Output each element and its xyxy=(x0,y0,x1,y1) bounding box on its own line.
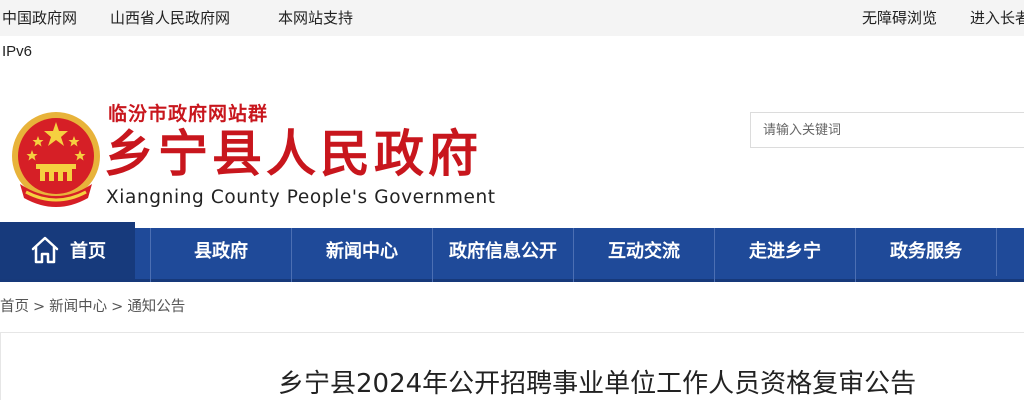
ipv6-badge: IPv6 xyxy=(2,43,33,60)
breadcrumb-separator: > xyxy=(111,299,124,315)
site-title: 乡宁县人民政府 xyxy=(104,124,482,183)
search-input[interactable] xyxy=(750,112,1024,148)
article-title: 乡宁县2024年公开招聘事业单位工作人员资格复审公告 xyxy=(278,369,917,399)
breadcrumb: 首页 > 新闻中心 > 通知公告 xyxy=(0,295,185,316)
nav-home-label: 首页 xyxy=(70,241,106,262)
breadcrumb-news[interactable]: 新闻中心 xyxy=(49,299,107,315)
shanxi-gov-link[interactable]: 山西省人民政府网 xyxy=(110,7,230,28)
national-emblem-icon xyxy=(12,112,100,207)
nav-item-interaction[interactable]: 互动交流 xyxy=(573,228,714,282)
site-group-label: 临汾市政府网站群 xyxy=(108,103,269,125)
elder-mode-link[interactable]: 进入长者 xyxy=(970,7,1024,28)
nav-item-services[interactable]: 政务服务 xyxy=(855,228,996,282)
nav-divider xyxy=(996,228,1024,276)
top-bar: 中国政府网 山西省人民政府网 本网站支持 无障碍浏览 进入长者 xyxy=(0,0,1024,36)
site-english-title: Xiangning County People's Government xyxy=(106,187,496,208)
accessible-browse-link[interactable]: 无障碍浏览 xyxy=(862,7,937,28)
home-icon xyxy=(31,236,59,264)
nav-item-county-gov[interactable]: 县政府 xyxy=(150,228,291,282)
china-gov-link[interactable]: 中国政府网 xyxy=(2,7,77,28)
main-nav: 首页 县政府 新闻中心 政府信息公开 互动交流 走进乡宁 政务服务 xyxy=(0,222,1024,282)
nav-home[interactable]: 首页 xyxy=(0,222,135,279)
nav-item-news[interactable]: 新闻中心 xyxy=(291,228,432,282)
nav-item-gov-info[interactable]: 政府信息公开 xyxy=(432,228,573,282)
breadcrumb-home[interactable]: 首页 xyxy=(0,299,29,315)
breadcrumb-separator: > xyxy=(33,299,46,315)
nav-item-about[interactable]: 走进乡宁 xyxy=(714,228,855,282)
breadcrumb-notices[interactable]: 通知公告 xyxy=(127,299,185,315)
site-support-link[interactable]: 本网站支持 xyxy=(278,7,353,28)
